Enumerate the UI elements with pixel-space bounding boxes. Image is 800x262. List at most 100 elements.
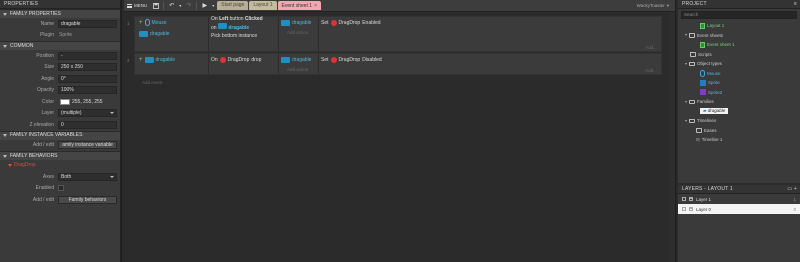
- position-field[interactable]: -: [58, 51, 117, 60]
- family-behaviors-button[interactable]: Family behaviors: [58, 195, 117, 204]
- event-objects: + dragable: [135, 54, 209, 74]
- layers-tools-icon[interactable]: ▭ +: [787, 185, 797, 193]
- event-block[interactable]: 2 + dragable On DragDrop drop dragable A…: [127, 53, 662, 75]
- add-action-link[interactable]: Add action: [279, 28, 318, 37]
- add-link[interactable]: Add...: [645, 45, 657, 50]
- undo-icon[interactable]: ↶: [166, 1, 177, 11]
- sprite-icon: [144, 56, 154, 63]
- condition-object[interactable]: + Mouse: [137, 17, 208, 28]
- enabled-checkbox[interactable]: [58, 185, 64, 192]
- layout-icon: [700, 22, 705, 29]
- add-event-link[interactable]: Add event: [142, 80, 162, 85]
- play-icon[interactable]: ▶: [199, 1, 210, 11]
- axes-dropdown[interactable]: Both: [58, 172, 117, 181]
- axes-label: Axes: [42, 173, 54, 180]
- event-block[interactable]: 1 + Mouse dragable On Left button Clicke…: [127, 16, 662, 52]
- name-label: Name: [40, 20, 54, 27]
- chevron-down-icon: [110, 175, 114, 178]
- menu-button[interactable]: MENU: [124, 3, 150, 8]
- instance-variables-section[interactable]: FAMILY INSTANCE VARIABLES: [0, 130, 120, 140]
- user-account[interactable]: WackyToaster ▾: [637, 3, 669, 9]
- tree-label: Families: [697, 99, 714, 105]
- visibility-checkbox[interactable]: [682, 197, 686, 201]
- project-panel: PROJECT ≡ Search Layout 1 Event sheets E…: [678, 0, 800, 183]
- tab-layout-1[interactable]: Layout 1: [249, 1, 277, 10]
- tree-item-layout-1[interactable]: Layout 1: [678, 21, 800, 31]
- tree-item-object-types[interactable]: Object types: [678, 59, 800, 69]
- size-label: Size: [44, 64, 54, 71]
- layer-label: Layer: [41, 110, 54, 117]
- condition-text[interactable]: Pick bottom instance: [209, 30, 278, 41]
- add-link[interactable]: Add...: [645, 68, 657, 73]
- redo-icon[interactable]: ↷: [183, 1, 194, 11]
- layer-row-selected[interactable]: Layer 0 0: [678, 204, 800, 214]
- lock-icon[interactable]: [689, 197, 693, 201]
- expand-icon: +: [139, 19, 143, 26]
- color-swatch[interactable]: [60, 98, 70, 105]
- tree-item-timeline-1[interactable]: ⊟ Timeline 1: [678, 135, 800, 145]
- object-name: dragable: [292, 19, 312, 26]
- behavior-dragdrop-header[interactable]: DragDrop: [0, 160, 120, 171]
- axes-value: Both: [61, 173, 72, 180]
- tab-label: Event sheet 1: [281, 2, 313, 9]
- project-title: PROJECT: [682, 1, 707, 7]
- expand-icon: +: [139, 56, 143, 63]
- properties-header: PROPERTIES: [0, 0, 120, 9]
- tree-item-mouse[interactable]: Mouse: [678, 69, 800, 79]
- enabled-label: Enabled: [35, 185, 54, 192]
- condition-text[interactable]: On DragDrop drop: [209, 54, 278, 65]
- action-text[interactable]: Set DragDrop Enabled: [319, 17, 381, 28]
- event-conditions: On DragDrop drop: [209, 54, 279, 74]
- tree-item-dragable[interactable]: ▰ dragable: [678, 107, 800, 117]
- layer-row[interactable]: Layer 1 1: [678, 194, 800, 204]
- family-behaviors-section[interactable]: FAMILY BEHAVIORS: [0, 151, 120, 160]
- action-text[interactable]: Set DragDrop Disabled: [319, 54, 382, 65]
- condition-object[interactable]: dragable: [137, 28, 208, 39]
- add-action-link[interactable]: Add action: [279, 65, 318, 74]
- folder-icon: [696, 128, 702, 133]
- tree-item-families[interactable]: Families: [678, 97, 800, 107]
- tree-item-scripts[interactable]: Scripts: [678, 50, 800, 60]
- opacity-field[interactable]: 100%: [58, 86, 117, 95]
- layer-number: 0: [793, 206, 796, 212]
- filter-icon[interactable]: ≡: [794, 0, 797, 8]
- event-sheet: 1 + Mouse dragable On Left button Clicke…: [124, 13, 675, 262]
- axes-row: Axes Both: [0, 171, 120, 183]
- close-icon[interactable]: ×: [314, 2, 317, 10]
- family-properties-section[interactable]: FAMILY PROPERTIES: [0, 9, 120, 18]
- tree-item-event-sheets[interactable]: Event sheets: [678, 31, 800, 41]
- tree-item-sprite2[interactable]: Sprite2: [678, 88, 800, 98]
- action-object-column: dragable Add action: [279, 17, 319, 51]
- tree-label: Mouse: [707, 70, 721, 76]
- action-object[interactable]: dragable: [279, 54, 318, 65]
- chevron-down-icon: ▾: [666, 2, 669, 8]
- common-section[interactable]: COMMON: [0, 41, 120, 50]
- color-field[interactable]: 255, 255, 255: [58, 98, 117, 106]
- chevron-down-icon[interactable]: ▾: [210, 1, 216, 11]
- search-input[interactable]: Search: [681, 11, 797, 19]
- action-object[interactable]: dragable: [279, 17, 318, 28]
- value: drop: [251, 56, 262, 63]
- size-field[interactable]: 250 x 250: [58, 63, 117, 72]
- layer-dropdown[interactable]: (multiple): [58, 109, 117, 118]
- visibility-checkbox[interactable]: [682, 207, 686, 211]
- addedit-label: Add / edit: [32, 196, 54, 203]
- tree-item-sprite[interactable]: Sprite: [678, 78, 800, 88]
- condition-object[interactable]: + dragable: [137, 54, 208, 65]
- save-icon[interactable]: [150, 1, 161, 11]
- tree-item-event-sheet-1[interactable]: Event sheet 1: [678, 40, 800, 50]
- zelev-field[interactable]: 0: [58, 120, 117, 129]
- name-field[interactable]: dragable: [58, 19, 117, 28]
- color-value: 255, 255, 255: [72, 98, 103, 105]
- position-row: Position -: [0, 50, 120, 62]
- tab-start-page[interactable]: Start page: [217, 1, 249, 10]
- plugin-value: Sprite: [59, 32, 73, 39]
- tree-item-eases[interactable]: Eases: [678, 126, 800, 136]
- lock-icon[interactable]: [689, 207, 693, 211]
- condition-text[interactable]: On Left button Clicked on dragable: [209, 16, 278, 30]
- tree-label: Sprite2: [708, 89, 723, 95]
- family-instance-variables-button[interactable]: amily instance variable: [58, 141, 117, 150]
- tree-item-timelines[interactable]: Timelines: [678, 116, 800, 126]
- angle-field[interactable]: 0°: [58, 74, 117, 83]
- tab-event-sheet-1[interactable]: Event sheet 1 ×: [277, 1, 322, 10]
